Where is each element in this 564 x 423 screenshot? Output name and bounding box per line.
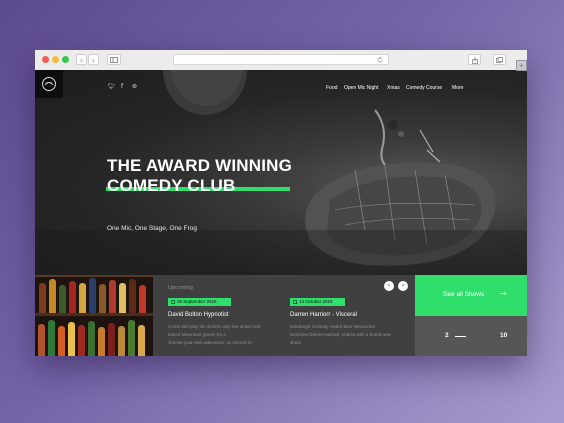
next-events-button[interactable]: ›	[398, 281, 408, 291]
forward-button[interactable]: ›	[88, 54, 99, 65]
minimize-window-button[interactable]	[52, 56, 59, 63]
chevron-left-icon: ‹	[387, 282, 391, 289]
event-date: 14 October 2018	[299, 299, 333, 304]
arrow-right-icon: →	[500, 289, 507, 298]
browser-window: ‹ › 🐦︎ f ⊚ Food Open Mic Night Xmas Come…	[35, 50, 527, 356]
event-description-line: choose-your-own-adventure, so choose it!	[168, 340, 252, 345]
event-description-line: Nominee Darren Harriott, returns with a …	[290, 332, 391, 337]
nav-item-comedy-course[interactable]: Comedy Course	[406, 85, 442, 91]
event-description: Come and play the world's only live-acti…	[168, 323, 284, 347]
share-icon	[471, 56, 478, 64]
sidebar-icon	[110, 57, 118, 63]
upcoming-label: Upcoming	[168, 285, 193, 291]
event-date-badge: 26 September 2018	[168, 298, 231, 306]
new-tab-button[interactable]: +	[516, 60, 527, 71]
event-date: 26 September 2018	[177, 299, 217, 304]
club-logo[interactable]	[35, 70, 63, 98]
event-title: David Bolton Hypnotist	[168, 312, 229, 318]
pager: 2 10	[415, 316, 527, 356]
pager-current: 2	[445, 332, 449, 339]
nav-item-open-mic-night[interactable]: Open Mic Night	[344, 85, 378, 91]
event-description: Edinburgh Comedy Award Best Newcomer Nom…	[290, 323, 406, 347]
bar-bottles-image	[35, 275, 153, 356]
pager-total: 10	[500, 332, 508, 339]
event-title: Darren Harriorr - Visceral	[290, 312, 357, 318]
nav-item-xmas[interactable]: Xmas	[387, 85, 400, 91]
shows-strip: Upcoming ‹ › 26 September 2018 David Bol…	[35, 275, 527, 356]
event-date-badge: 14 October 2018	[290, 298, 345, 306]
share-button[interactable]	[468, 54, 481, 65]
hero-headline-line-1: THE AWARD WINNING	[107, 156, 293, 175]
chevron-right-icon: ›	[91, 56, 96, 65]
browser-toolbar: ‹ ›	[35, 50, 527, 71]
event-description-line: based adventure game! It's a	[168, 332, 226, 337]
sidebar-toggle-button[interactable]	[107, 54, 121, 65]
nav-item-more[interactable]: More	[452, 85, 463, 91]
close-window-button[interactable]	[42, 56, 49, 63]
event-description-line: show.	[290, 340, 302, 345]
calendar-icon	[293, 300, 297, 304]
prev-events-button[interactable]: ‹	[384, 281, 394, 291]
zoom-window-button[interactable]	[62, 56, 69, 63]
reload-icon	[377, 57, 383, 63]
event-description-line: Come and play the world's only live-acti…	[168, 324, 261, 329]
nav-item-food[interactable]: Food	[326, 85, 337, 91]
see-all-shows-button[interactable]: See all Shows →	[415, 275, 527, 316]
event-description-line: Edinburgh Comedy Award Best Newcomer	[290, 324, 376, 329]
plus-icon: +	[519, 61, 524, 70]
twitter-icon[interactable]: 🐦︎	[108, 83, 116, 90]
hero-section: 🐦︎ f ⊚ Food Open Mic Night Xmas Comedy C…	[35, 70, 527, 275]
tripadvisor-icon[interactable]: ⊚	[132, 83, 137, 90]
tabs-icon	[496, 57, 503, 63]
upcoming-events-panel: Upcoming ‹ › 26 September 2018 David Bol…	[153, 275, 415, 356]
hero-headline-line-2: COMEDY CLUB	[107, 176, 236, 195]
frog-logo-icon	[42, 77, 56, 91]
calendar-icon	[171, 300, 175, 304]
chevron-right-icon: ›	[401, 282, 405, 289]
see-all-shows-label: See all Shows	[443, 291, 485, 298]
chevron-left-icon: ‹	[79, 56, 84, 65]
pager-progress-line	[455, 335, 466, 337]
hero-tagline: One Mic, One Stage, One Frog	[107, 225, 197, 232]
back-button[interactable]: ‹	[76, 54, 87, 65]
tabs-overview-button[interactable]	[493, 54, 506, 65]
address-bar[interactable]	[173, 54, 389, 65]
facebook-icon[interactable]: f	[121, 83, 123, 90]
